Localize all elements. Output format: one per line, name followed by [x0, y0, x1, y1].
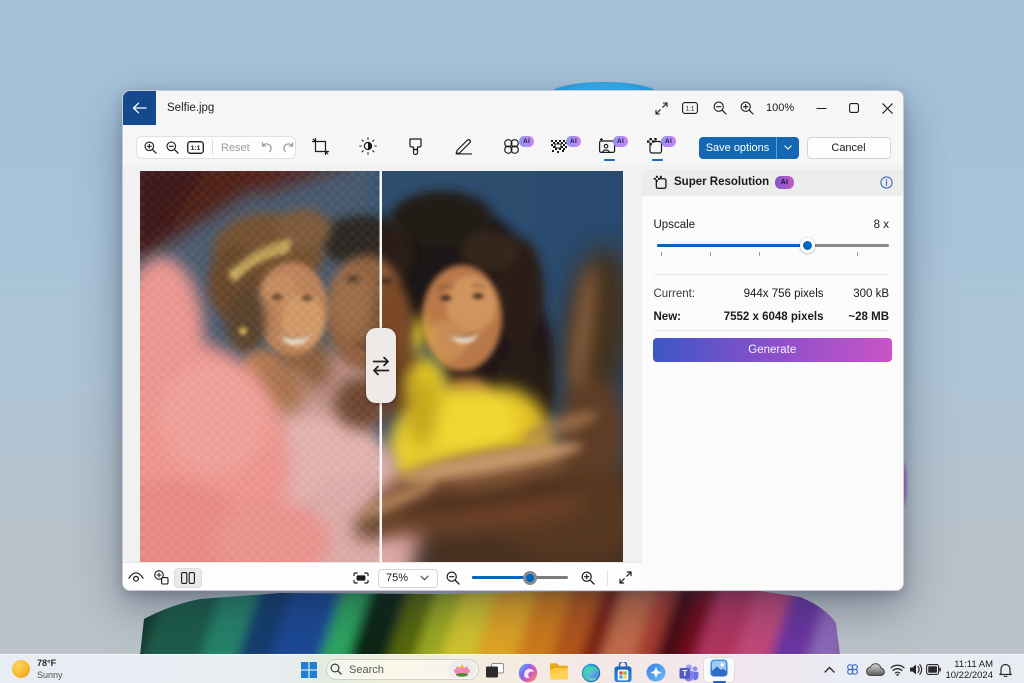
- svg-text:1:1: 1:1: [191, 145, 201, 152]
- svg-text:1:1: 1:1: [686, 106, 695, 113]
- svg-text:T: T: [682, 668, 688, 678]
